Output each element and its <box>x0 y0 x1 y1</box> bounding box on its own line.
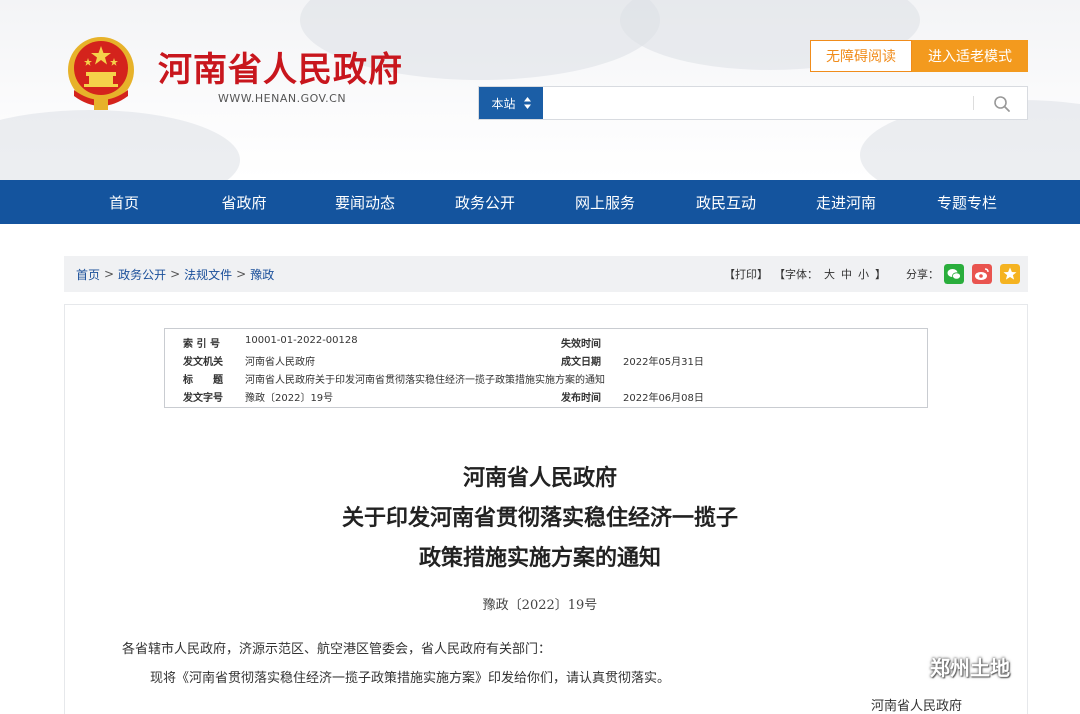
search-divider <box>973 96 974 110</box>
breadcrumb-separator: > <box>170 267 181 281</box>
nav-item-news[interactable]: 要闻动态 <box>310 180 420 224</box>
breadcrumb: 首页 > 政务公开 > 法规文件 > 豫政 <box>76 256 274 292</box>
meta-index-key: 索 引 号 <box>183 339 220 350</box>
nav-item-online-service[interactable]: 网上服务 <box>550 180 660 224</box>
watermark-text: 郑州土地 <box>930 655 1010 680</box>
font-size-close: 】 <box>875 268 886 281</box>
document-title-line3: 政策措施实施方案的通知 <box>418 545 661 571</box>
font-small-button[interactable]: 小 <box>858 266 869 282</box>
breadcrumb-separator: > <box>104 267 115 281</box>
search-input[interactable] <box>549 91 969 115</box>
document-title-line2: 关于印发河南省贯彻落实稳住经济一揽子 <box>341 505 738 531</box>
meta-title-value: 河南省人民政府关于印发河南省贯彻落实稳住经济一揽子政策措施实施方案的通知 <box>245 375 605 386</box>
main-nav: 首页 省政府 要闻动态 政务公开 网上服务 政民互动 走进河南 专题专栏 <box>0 180 1080 224</box>
nav-item-gov-affairs[interactable]: 政务公开 <box>430 180 540 224</box>
meta-expire-key: 失效时间 <box>561 339 601 350</box>
document-salutation: 各省辖市人民政府，济源示范区、航空港区管委会，省人民政府有关部门： <box>122 642 552 657</box>
meta-docno-value: 豫政〔2022〕19号 <box>245 393 334 404</box>
accessibility-button[interactable]: 无障碍阅读 <box>810 40 912 72</box>
site-title[interactable]: 河南省人民政府 <box>158 42 403 91</box>
search-bar: 本站 <box>478 86 1028 120</box>
wechat-watermark-icon <box>895 655 922 676</box>
meta-row: 索 引 号 10001-01-2022-00128 失效时间 <box>165 335 927 352</box>
meta-row: 标 题 河南省人民政府关于印发河南省贯彻落实稳住经济一揽子政策措施实施方案的通知 <box>165 371 927 388</box>
search-scope-label: 本站 <box>491 96 516 111</box>
meta-created-value: 2022年05月31日 <box>623 357 704 368</box>
page-tools: 【打印】 【字体： 大 中 小 】 <box>724 256 888 292</box>
search-icon[interactable] <box>993 95 1011 113</box>
search-scope-select[interactable]: 本站 <box>479 87 543 119</box>
wechat-share-icon[interactable] <box>944 264 964 284</box>
national-emblem-icon[interactable] <box>64 34 138 112</box>
weibo-share-icon[interactable] <box>972 264 992 284</box>
meta-publish-value: 2022年06月08日 <box>623 393 704 404</box>
meta-docno-key: 发文字号 <box>183 393 223 404</box>
breadcrumb-yuzheng[interactable]: 豫政 <box>250 266 274 283</box>
meta-created-key: 成文日期 <box>561 357 601 368</box>
elder-mode-button[interactable]: 进入适老模式 <box>912 40 1028 72</box>
share-label: 分享： <box>906 268 939 281</box>
font-size-label: 【字体： <box>774 268 818 281</box>
breadcrumb-bar: 首页 > 政务公开 > 法规文件 > 豫政 【打印】 【字体： 大 中 小 】 … <box>64 256 1028 292</box>
font-large-button[interactable]: 大 <box>824 266 835 282</box>
breadcrumb-separator: > <box>236 267 247 281</box>
nav-item-interaction[interactable]: 政民互动 <box>671 180 781 224</box>
document-title-line1: 河南省人民政府 <box>462 465 617 491</box>
nav-item-topics[interactable]: 专题专栏 <box>912 180 1022 224</box>
font-medium-button[interactable]: 中 <box>841 266 852 282</box>
nav-item-province-gov[interactable]: 省政府 <box>189 180 299 224</box>
meta-row: 发文机关 河南省人民政府 成文日期 2022年05月31日 <box>165 353 927 370</box>
site-url: WWW.HENAN.GOV.CN <box>218 92 347 105</box>
nav-item-about-henan[interactable]: 走进河南 <box>791 180 901 224</box>
meta-index-value: 10001-01-2022-00128 <box>245 335 358 346</box>
document-number: 豫政〔2022〕19号 <box>482 598 598 613</box>
document-meta-table: 索 引 号 10001-01-2022-00128 失效时间 发文机关 河南省人… <box>164 328 928 408</box>
breadcrumb-gov-affairs[interactable]: 政务公开 <box>118 266 166 283</box>
nav-item-home[interactable]: 首页 <box>69 180 179 224</box>
print-button[interactable]: 【打印】 <box>724 266 768 282</box>
meta-row: 发文字号 豫政〔2022〕19号 发布时间 2022年06月08日 <box>165 389 927 406</box>
document-signature: 河南省人民政府 <box>871 699 963 714</box>
meta-title-key: 标 题 <box>183 375 223 386</box>
meta-issuer-key: 发文机关 <box>183 357 223 368</box>
breadcrumb-home[interactable]: 首页 <box>76 266 100 283</box>
meta-issuer-value: 河南省人民政府 <box>245 357 315 368</box>
account-watermark: 郑州土地 <box>894 651 1010 681</box>
breadcrumb-regulations[interactable]: 法规文件 <box>184 266 232 283</box>
favorite-share-icon[interactable] <box>1000 264 1020 284</box>
updown-arrow-icon <box>523 97 531 109</box>
document-paragraph: 现将《河南省贯彻落实稳住经济一揽子政策措施实施方案》印发给你们，请认真贯彻落实。 <box>150 671 671 686</box>
meta-publish-key: 发布时间 <box>561 393 601 404</box>
header-cloud-decoration <box>0 110 240 180</box>
